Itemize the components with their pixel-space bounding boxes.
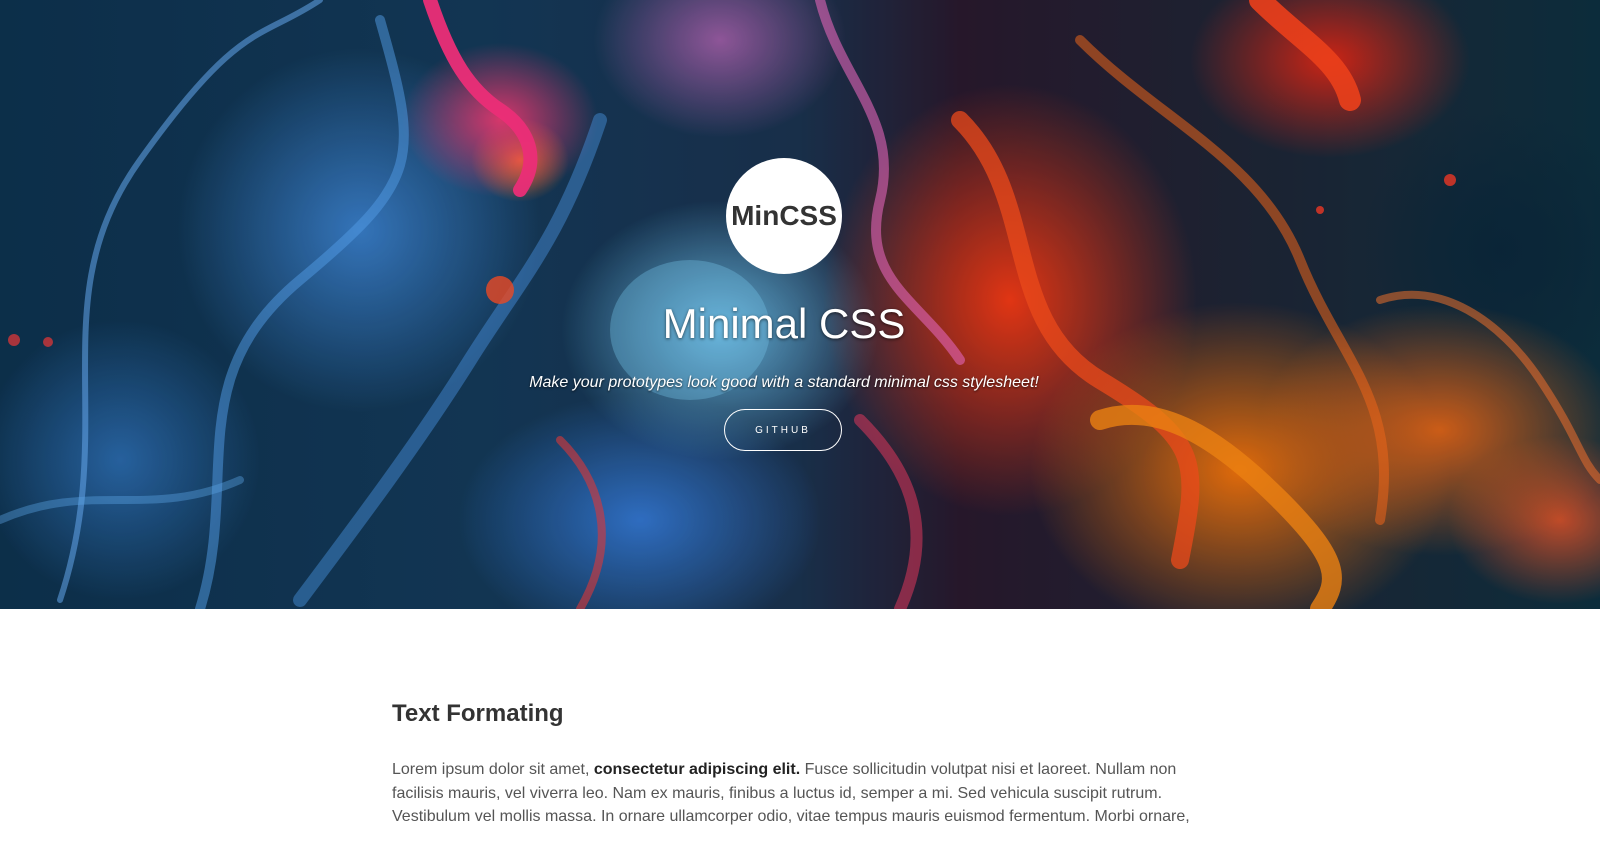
lorem-paragraph: Lorem ipsum dolor sit amet, consectetur … [392, 758, 1192, 829]
github-button[interactable]: GITHUB [724, 409, 842, 451]
hero-subtitle: Make your prototypes look good with a st… [529, 374, 1039, 391]
main-content: Text Formating Lorem ipsum dolor sit ame… [392, 700, 1192, 829]
hero-banner: MinCSS Minimal CSS Make your prototypes … [0, 0, 1600, 609]
hero-title: Minimal CSS [662, 300, 906, 347]
paragraph-bold: consectetur adipiscing elit. [593, 761, 801, 778]
page: MinCSS Minimal CSS Make your prototypes … [0, 0, 1600, 844]
section-heading: Text Formating [392, 700, 564, 727]
logo-badge: MinCSS [726, 158, 842, 274]
paragraph-lead: Lorem ipsum dolor sit amet, [392, 761, 594, 778]
